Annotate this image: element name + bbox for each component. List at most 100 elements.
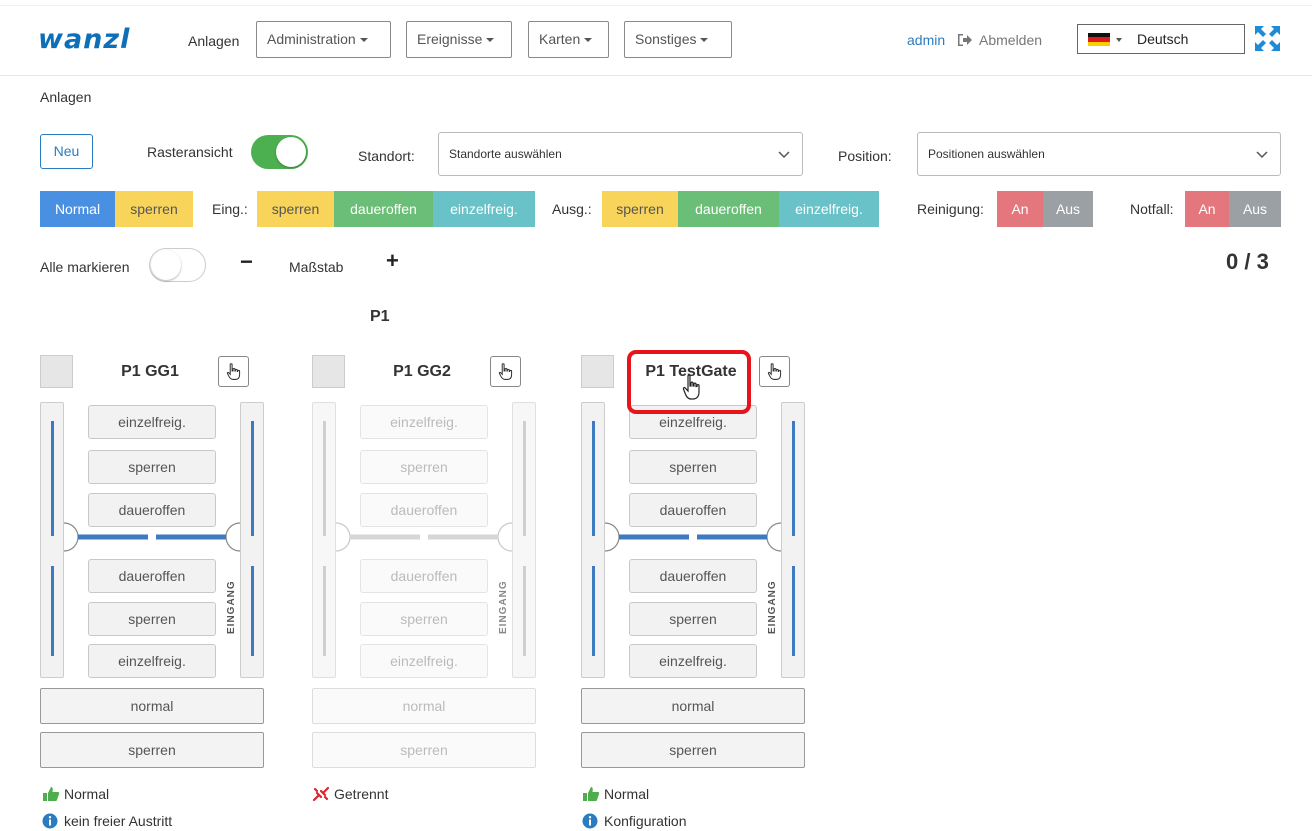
logout-icon: [958, 34, 972, 46]
gate-entrance-mode-button[interactable]: einzelfreig.: [360, 644, 488, 678]
entrance-open-button[interactable]: daueroffen: [334, 191, 433, 227]
gate-status-text: Normal: [64, 786, 110, 802]
chevron-down-icon: [778, 151, 790, 159]
toggle-knob: [151, 250, 181, 280]
entrance-lock-button[interactable]: sperren: [257, 191, 334, 227]
nav-anlagen-link[interactable]: Anlagen: [188, 33, 239, 49]
gate-exit-mode-button[interactable]: sperren: [360, 450, 488, 484]
exit-single-button[interactable]: einzelfreig.: [779, 191, 879, 227]
gate-entrance-mode-button[interactable]: einzelfreig.: [629, 644, 757, 678]
select-all-label: Alle markieren: [40, 259, 130, 275]
entrance-side-label: EINGANG: [498, 580, 509, 634]
gate-exit-mode-button[interactable]: sperren: [629, 450, 757, 484]
gate-entrance-mode-button[interactable]: sperren: [88, 602, 216, 636]
rail-bar: [323, 566, 326, 656]
top-navbar: wanzl Anlagen Administration Ereignisse …: [0, 0, 1312, 76]
gate-normal-button[interactable]: normal: [40, 688, 264, 724]
administration-menu[interactable]: Administration: [256, 21, 391, 58]
gate-name[interactable]: P1 GG1: [90, 363, 210, 381]
thumbs-up-icon: [43, 787, 60, 801]
cleaning-label: Reinigung:: [917, 201, 984, 217]
scale-label: Maßstab: [289, 259, 344, 275]
gate-entrance-mode-button[interactable]: einzelfreig.: [88, 644, 216, 678]
karten-menu-label: Karten: [539, 31, 581, 47]
ereignisse-menu-label: Ereignisse: [417, 31, 483, 47]
gate-lock-button[interactable]: sperren: [581, 732, 805, 768]
emergency-on-button[interactable]: An: [1185, 191, 1229, 227]
position-label: Position:: [838, 148, 892, 164]
disconnected-icon: [312, 786, 330, 802]
fullscreen-icon[interactable]: [1254, 25, 1281, 52]
top-border: [0, 0, 1312, 6]
gate-lock-button[interactable]: sperren: [312, 732, 536, 768]
ereignisse-menu[interactable]: Ereignisse: [406, 21, 512, 58]
normal-mode-button[interactable]: Normal: [40, 191, 115, 227]
gate-entrance-mode-button[interactable]: daueroffen: [88, 559, 216, 593]
gate-entrance-mode-button[interactable]: sperren: [629, 602, 757, 636]
gate-name[interactable]: P1 GG2: [362, 363, 482, 381]
gate-entrance-mode-button[interactable]: daueroffen: [629, 559, 757, 593]
cleaning-on-button[interactable]: An: [997, 191, 1043, 227]
gate-lock-button[interactable]: sperren: [40, 732, 264, 768]
gate-entrance-mode-button[interactable]: sperren: [360, 602, 488, 636]
language-label: Deutsch: [1137, 31, 1189, 47]
gate-exit-mode-button[interactable]: sperren: [88, 450, 216, 484]
position-select[interactable]: Positionen auswählen: [917, 132, 1281, 176]
exit-label: Ausg.:: [552, 201, 592, 217]
rail-bar: [592, 566, 595, 656]
gate-select-checkbox[interactable]: [40, 355, 73, 388]
zoom-out-button[interactable]: −: [240, 249, 253, 275]
hand-pointer-cursor-icon: [682, 374, 700, 400]
location-select-value: Standorte auswählen: [449, 147, 562, 161]
sonstiges-menu[interactable]: Sonstiges: [624, 21, 732, 58]
gate-barrier-graphic: [63, 522, 241, 552]
gate-entrance-mode-button[interactable]: daueroffen: [360, 559, 488, 593]
karten-menu[interactable]: Karten: [528, 21, 609, 58]
grid-view-toggle[interactable]: [251, 135, 308, 169]
emergency-off-button[interactable]: Aus: [1229, 191, 1281, 227]
group-title: P1: [370, 308, 390, 325]
gate-status: Normal: [42, 786, 109, 802]
hand-pointer-icon: [226, 363, 241, 380]
new-button[interactable]: Neu: [40, 134, 93, 169]
hand-pointer-icon: [498, 363, 513, 380]
logout-link[interactable]: Abmelden: [957, 32, 1042, 48]
exit-lock-button[interactable]: sperren: [602, 191, 678, 227]
info-icon: [582, 813, 598, 829]
thumbs-up-icon: [583, 787, 600, 801]
gate-card: P1 TestGate einzelfreig. sperren daueroffen…: [581, 353, 805, 768]
gate-exit-mode-button[interactable]: einzelfreig.: [88, 405, 216, 439]
administration-menu-label: Administration: [267, 31, 356, 47]
gate-info-text: Konfiguration: [604, 813, 687, 829]
entrance-label: Eing.:: [212, 201, 248, 217]
rail-bar: [523, 566, 526, 656]
location-select[interactable]: Standorte auswählen: [438, 132, 803, 176]
gate-action-button[interactable]: [490, 356, 521, 387]
rail-bar: [51, 566, 54, 656]
gate-card: P1 GG1 einzelfreig. sperren daueroffen dauer…: [40, 353, 264, 768]
user-link[interactable]: admin: [907, 32, 945, 48]
gate-normal-button[interactable]: normal: [312, 688, 536, 724]
chevron-down-icon: [700, 38, 709, 43]
gate-normal-button[interactable]: normal: [581, 688, 805, 724]
gate-status: Getrennt: [312, 786, 388, 802]
selection-counter: 0 / 3: [1226, 249, 1269, 274]
wanzl-logo[interactable]: wanzl: [38, 24, 130, 55]
logout-label: Abmelden: [979, 32, 1043, 48]
exit-open-button[interactable]: daueroffen: [678, 191, 779, 227]
select-all-toggle[interactable]: [149, 248, 206, 282]
gate-select-checkbox[interactable]: [312, 355, 345, 388]
breadcrumb: Anlagen: [40, 89, 92, 105]
gate-action-button[interactable]: [218, 356, 249, 387]
info-icon: [42, 813, 58, 829]
gate-exit-mode-button[interactable]: einzelfreig.: [360, 405, 488, 439]
lock-all-button[interactable]: sperren: [115, 191, 193, 227]
gate-select-checkbox[interactable]: [581, 355, 614, 388]
cleaning-off-button[interactable]: Aus: [1043, 191, 1093, 227]
zoom-in-button[interactable]: +: [386, 248, 399, 274]
entrance-single-button[interactable]: einzelfreig.: [433, 191, 535, 227]
gate-barrier-graphic: [604, 522, 782, 552]
gate-action-button[interactable]: [759, 356, 790, 387]
gate-card: P1 GG2 einzelfreig. sperren daueroffen dauer…: [312, 353, 536, 768]
language-select[interactable]: Deutsch: [1077, 24, 1245, 54]
